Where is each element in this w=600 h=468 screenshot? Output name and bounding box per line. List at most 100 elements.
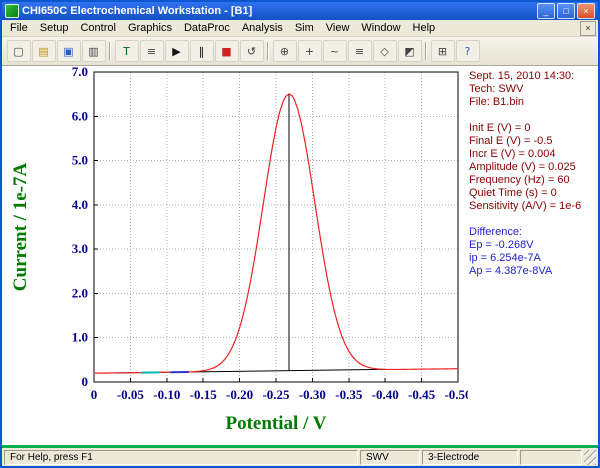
minimize-button[interactable]: _: [537, 3, 555, 19]
info-params: Init E (V) = 0Final E (V) = -0.5Incr E (…: [469, 122, 597, 213]
overlay-plot-button[interactable]: ◇: [373, 40, 397, 62]
menu-item-sim[interactable]: Sim: [289, 21, 320, 35]
menubar: FileSetupControlGraphicsDataProcAnalysis…: [2, 20, 598, 37]
menu-item-analysis[interactable]: Analysis: [236, 21, 289, 35]
x-tick-label: -0.50: [444, 387, 468, 402]
info-line: Sensitivity (A/V) = 1e-6: [469, 200, 597, 213]
info-line: Frequency (Hz) = 60: [469, 174, 597, 187]
toolbar: ▢ ▤ ▣ ▥ T ≡ ▶ ‖ ■ ↺ ⊕ + ~ ≡ ◇ ◩ ⊞?: [2, 37, 598, 66]
pause-experiment-button[interactable]: ‖: [190, 40, 214, 62]
x-tick-label: -0.15: [190, 387, 218, 402]
statusbar: For Help, press F1 SWV 3-Electrode: [2, 448, 598, 466]
menu-items: FileSetupControlGraphicsDataProcAnalysis…: [4, 21, 441, 35]
menu-item-file[interactable]: File: [4, 21, 34, 35]
status-help-text: For Help, press F1: [4, 450, 358, 465]
x-tick-label: -0.35: [335, 387, 363, 402]
info-line: Init E (V) = 0: [469, 122, 597, 135]
technique-button[interactable]: T: [115, 40, 139, 62]
data-listing-button[interactable]: ≡: [348, 40, 372, 62]
info-results: Difference: Ep = -0.268Vip = 6.254e-7AAp…: [469, 226, 597, 278]
x-tick-label: -0.10: [153, 387, 180, 402]
status-filler: [520, 450, 582, 465]
menu-item-help[interactable]: Help: [407, 21, 442, 35]
graph-options-button[interactable]: ◩: [398, 40, 422, 62]
x-tick-label: -0.20: [226, 387, 253, 402]
info-line: Incr E (V) = 0.004: [469, 148, 597, 161]
restore-button[interactable]: □: [557, 3, 575, 19]
x-tick-label: -0.25: [262, 387, 290, 402]
client-area: 0-0.05-0.10-0.15-0.20-0.25-0.30-0.35-0.4…: [2, 66, 598, 445]
info-panel: Sept. 15, 2010 14:30:Tech: SWVFile: B1.b…: [469, 70, 597, 278]
x-tick-label: -0.30: [299, 387, 326, 402]
parameters-icon: ≡: [147, 46, 156, 57]
menu-item-dataproc[interactable]: DataProc: [178, 21, 236, 35]
mdi-close-button[interactable]: ×: [580, 21, 596, 36]
menu-item-view[interactable]: View: [320, 21, 356, 35]
x-tick-label: -0.45: [408, 387, 436, 402]
results-header: Difference:: [469, 226, 597, 239]
open-file-button[interactable]: ▤: [32, 40, 56, 62]
stop-experiment-button[interactable]: ■: [215, 40, 239, 62]
app-window: CHI650C Electrochemical Workstation - [B…: [0, 0, 600, 468]
resize-grip[interactable]: [584, 450, 596, 465]
y-tick-label: 0: [82, 374, 89, 389]
menu-item-window[interactable]: Window: [355, 21, 406, 35]
y-tick-label: 6.0: [72, 108, 88, 123]
menu-item-graphics[interactable]: Graphics: [122, 21, 178, 35]
x-axis-title: Potential / V: [226, 413, 327, 434]
save-file-button[interactable]: ▣: [57, 40, 81, 62]
copy-graph-icon: ⊞: [438, 46, 447, 57]
print-button[interactable]: ▥: [82, 40, 106, 62]
overlay-plot-icon: ◇: [380, 46, 388, 57]
menu-item-setup[interactable]: Setup: [34, 21, 75, 35]
technique-icon: T: [123, 46, 130, 57]
manual-result-icon: +: [305, 46, 314, 57]
info-line: ip = 6.254e-7A: [469, 252, 597, 265]
zoom-in-icon: ⊕: [280, 46, 289, 57]
zoom-in-button[interactable]: ⊕: [273, 40, 297, 62]
window-title: CHI650C Electrochemical Workstation - [B…: [22, 5, 534, 17]
copy-graph-button[interactable]: ⊞: [431, 40, 455, 62]
manual-result-button[interactable]: +: [298, 40, 322, 62]
window-buttons: _ □ ×: [537, 3, 595, 19]
open-file-icon: ▤: [38, 46, 48, 57]
help-button[interactable]: ?: [456, 40, 480, 62]
y-tick-label: 1.0: [72, 330, 88, 345]
info-line: Sept. 15, 2010 14:30:: [469, 70, 597, 83]
x-tick-label: 0: [91, 387, 98, 402]
stop-experiment-icon: ■: [221, 46, 231, 57]
print-icon: ▥: [88, 46, 98, 57]
swv-plot: 0-0.05-0.10-0.15-0.20-0.25-0.30-0.35-0.4…: [2, 66, 468, 445]
peak-definition-button[interactable]: ~: [323, 40, 347, 62]
new-file-icon: ▢: [13, 46, 23, 57]
titlebar[interactable]: CHI650C Electrochemical Workstation - [B…: [2, 2, 598, 20]
toolbar-separator: [425, 42, 427, 60]
new-file-button[interactable]: ▢: [7, 40, 31, 62]
reverse-scan-button[interactable]: ↺: [240, 40, 264, 62]
run-experiment-button[interactable]: ▶: [165, 40, 189, 62]
close-button[interactable]: ×: [577, 3, 595, 19]
graph-options-icon: ◩: [404, 46, 414, 57]
x-tick-label: -0.40: [372, 387, 399, 402]
info-line: Ap = 4.387e-8VA: [469, 265, 597, 278]
plot-frame: [94, 72, 458, 382]
pause-experiment-icon: ‖: [199, 46, 205, 57]
info-line: Final E (V) = -0.5: [469, 135, 597, 148]
help-icon: ?: [465, 46, 471, 57]
peak-definition-icon: ~: [330, 46, 339, 57]
app-icon: [5, 4, 19, 18]
info-line: Tech: SWV: [469, 83, 597, 96]
toolbar-separator: [109, 42, 111, 60]
y-tick-label: 3.0: [72, 241, 88, 256]
menu-item-control[interactable]: Control: [74, 21, 121, 35]
status-electrode: 3-Electrode: [422, 450, 518, 465]
y-tick-label: 5.0: [72, 153, 88, 168]
info-line: Quiet Time (s) = 0: [469, 187, 597, 200]
run-experiment-icon: ▶: [172, 46, 180, 57]
data-listing-icon: ≡: [355, 46, 364, 57]
y-tick-label: 2.0: [72, 285, 88, 300]
info-line: Ep = -0.268V: [469, 239, 597, 252]
toolbar-separator: [267, 42, 269, 60]
parameters-button[interactable]: ≡: [140, 40, 164, 62]
y-tick-label: 4.0: [72, 197, 88, 212]
